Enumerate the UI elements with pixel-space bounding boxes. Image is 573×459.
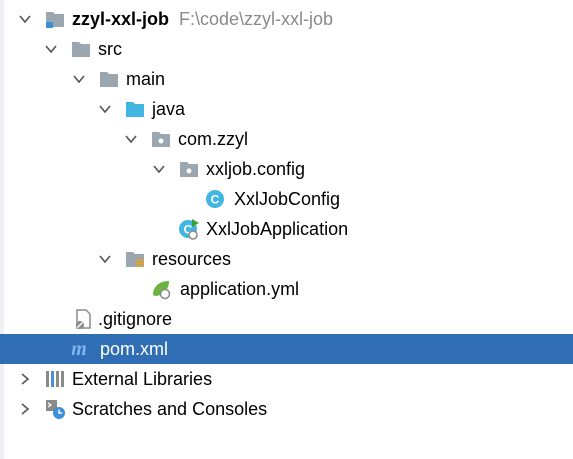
maven-pom-icon: m <box>71 338 87 360</box>
chevron-right-icon[interactable] <box>18 372 32 386</box>
tree-row-package-config[interactable]: xxljob.config <box>0 154 573 184</box>
tree-row-java[interactable]: java <box>0 94 573 124</box>
module-folder-icon <box>46 12 64 28</box>
project-path: F:\code\zzyl-xxl-job <box>179 9 334 29</box>
svg-text:C: C <box>211 193 220 207</box>
folder-label: resources <box>152 249 232 269</box>
chevron-down-icon[interactable] <box>44 42 58 56</box>
package-icon <box>152 132 170 147</box>
tree-row-src[interactable]: src <box>0 34 573 64</box>
folder-icon <box>100 72 118 87</box>
tree-row-project-root[interactable]: zzyl-xxl-job F:\code\zzyl-xxl-job <box>0 4 573 34</box>
tree-row-package-com[interactable]: com.zzyl <box>0 124 573 154</box>
class-label: XxlJobConfig <box>234 189 341 209</box>
gitignore-file-icon <box>76 309 91 329</box>
file-label: application.yml <box>180 279 300 299</box>
tree-row-class-app[interactable]: C XxlJobApplication <box>0 214 573 244</box>
chevron-down-icon[interactable] <box>18 12 32 26</box>
package-label: com.zzyl <box>178 129 249 149</box>
tree-row-yml[interactable]: application.yml <box>0 274 573 304</box>
scratches-icon <box>46 400 65 419</box>
folder-icon <box>72 42 90 57</box>
chevron-down-icon[interactable] <box>98 102 112 116</box>
tree-row-resources[interactable]: resources <box>0 244 573 274</box>
file-label: .gitignore <box>98 309 173 329</box>
java-class-icon: C <box>206 190 224 208</box>
tree-row-scratches[interactable]: Scratches and Consoles <box>0 394 573 424</box>
source-folder-icon <box>126 102 144 117</box>
libraries-icon <box>46 371 64 387</box>
node-label: External Libraries <box>72 369 213 389</box>
chevron-right-icon[interactable] <box>18 402 32 416</box>
tree-row-gitignore[interactable]: .gitignore <box>0 304 573 334</box>
folder-label: java <box>152 99 186 119</box>
package-icon <box>180 162 198 177</box>
tree-row-external-libraries[interactable]: External Libraries <box>0 364 573 394</box>
resources-folder-icon <box>126 252 144 267</box>
class-label: XxlJobApplication <box>206 219 349 239</box>
chevron-down-icon[interactable] <box>72 72 86 86</box>
spring-boot-app-class-icon: C <box>179 219 199 240</box>
project-name: zzyl-xxl-job F:\code\zzyl-xxl-job <box>72 9 334 29</box>
tree-row-main[interactable]: main <box>0 64 573 94</box>
folder-label: src <box>98 39 122 59</box>
tree-row-class-config[interactable]: C XxlJobConfig <box>0 184 573 214</box>
chevron-down-icon[interactable] <box>98 252 112 266</box>
node-label: Scratches and Consoles <box>72 399 268 419</box>
tree-row-pom[interactable]: m pom.xml <box>0 334 573 364</box>
spring-config-file-icon <box>153 281 171 300</box>
folder-label: main <box>126 69 166 89</box>
package-label: xxljob.config <box>206 159 306 179</box>
file-label: pom.xml <box>100 339 169 359</box>
chevron-down-icon[interactable] <box>152 162 166 176</box>
svg-text:m: m <box>71 338 87 360</box>
chevron-down-icon[interactable] <box>124 132 138 146</box>
